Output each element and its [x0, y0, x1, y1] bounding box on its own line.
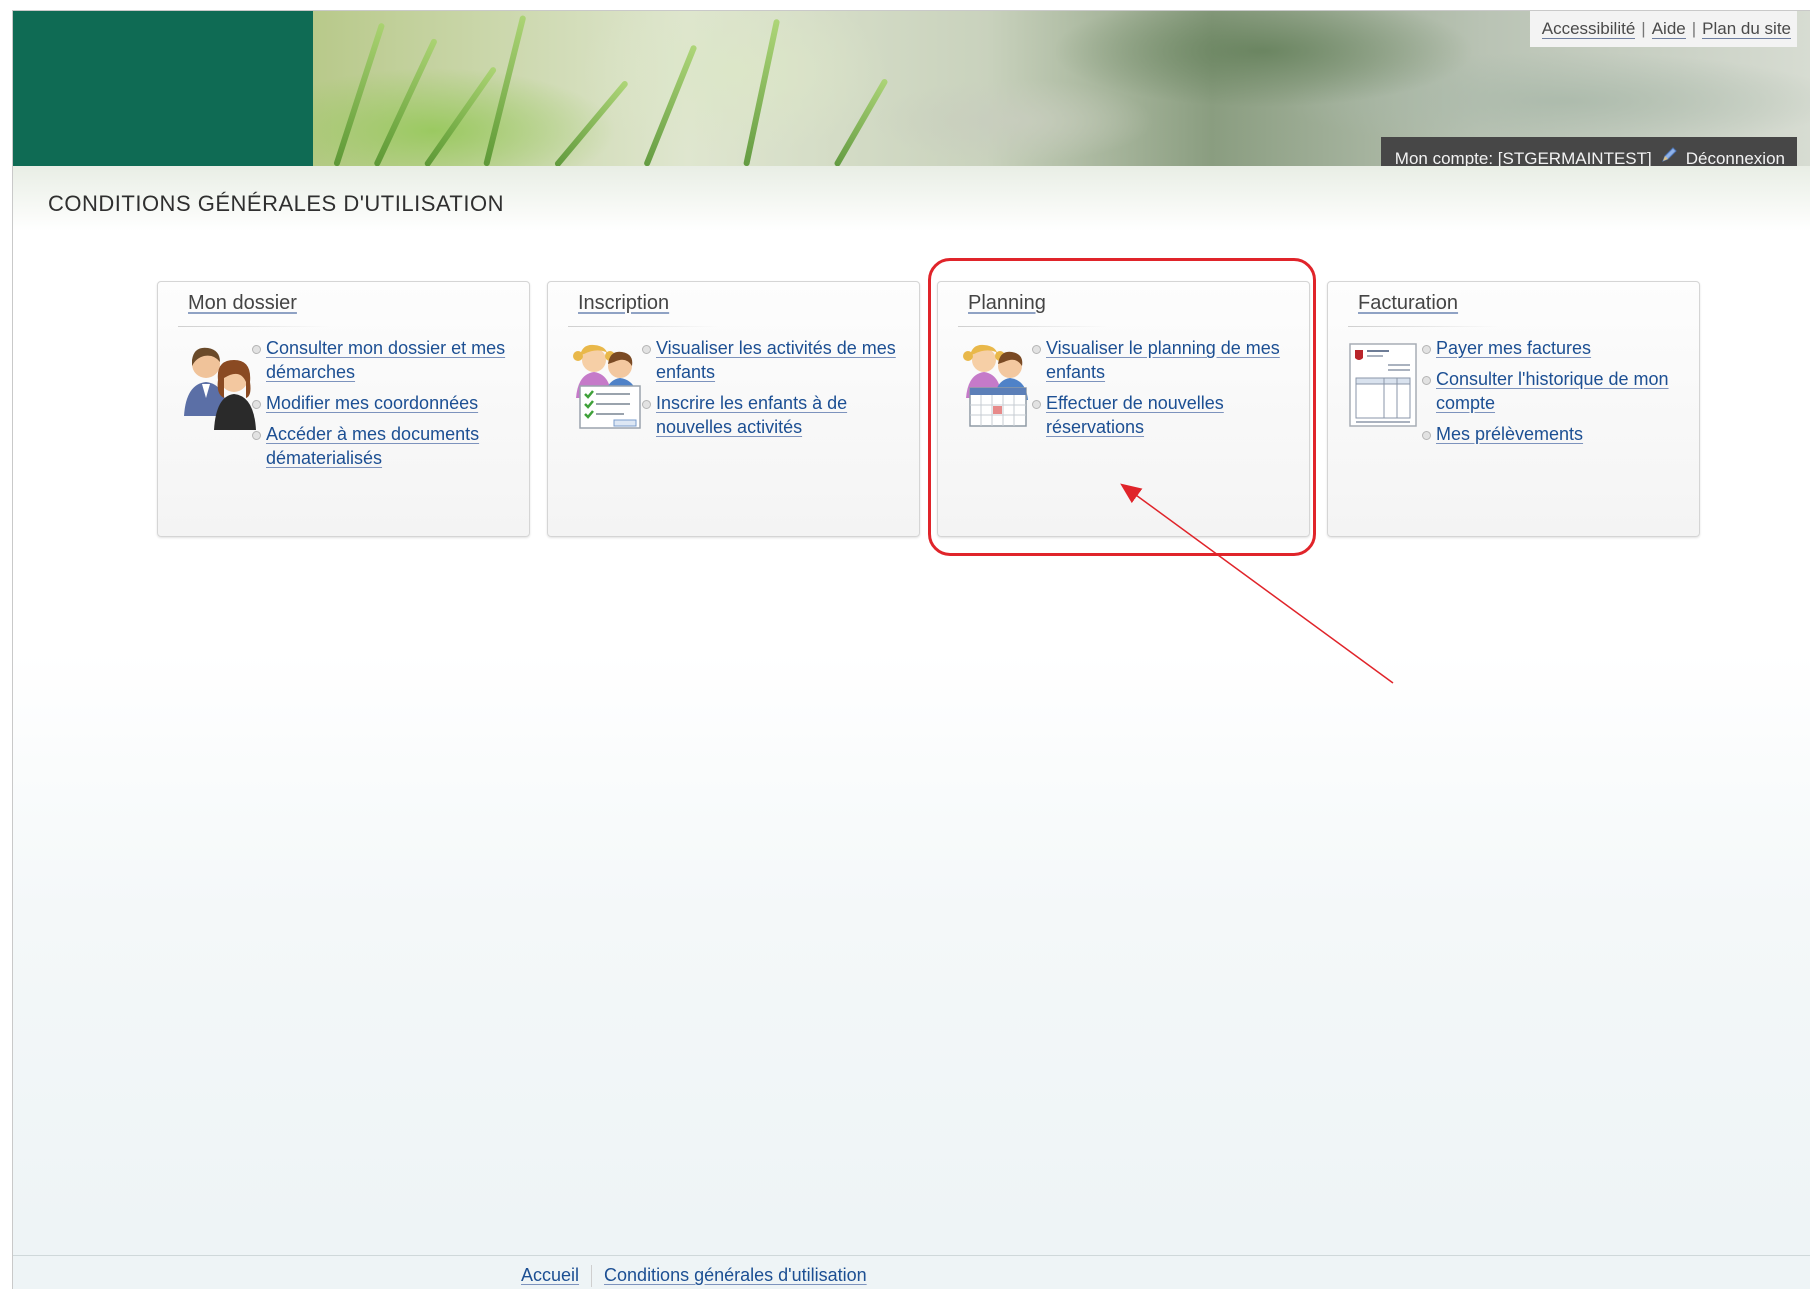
tile-links-facturation: Payer mes factures Consulter l'historiqu…	[1420, 336, 1690, 453]
tile-mon-dossier: Mon dossier Consulter mon dossier et mes…	[157, 281, 530, 537]
tile-links-mon-dossier: Consulter mon dossier et mes démarches M…	[250, 336, 520, 477]
tile-title-mon-dossier[interactable]: Mon dossier	[188, 292, 297, 315]
footer-terms-link[interactable]: Conditions générales d'utilisation	[604, 1265, 867, 1285]
header-banner: Accessibilité | Aide | Plan du site Mon comp…	[13, 11, 1810, 166]
link-payer-factures[interactable]: Payer mes factures	[1436, 338, 1591, 358]
link-prelevements[interactable]: Mes prélèvements	[1436, 424, 1583, 444]
accessibility-link[interactable]: Accessibilité	[1541, 19, 1636, 39]
tile-title-inscription[interactable]: Inscription	[578, 292, 669, 315]
tile-links-inscription: Visualiser les activités de mes enfants …	[640, 336, 910, 446]
help-link[interactable]: Aide	[1651, 19, 1686, 39]
list-item: Visualiser les activités de mes enfants	[640, 336, 910, 384]
page-frame: Accessibilité | Aide | Plan du site Mon comp…	[12, 10, 1810, 1289]
highlight-annotation-box	[928, 258, 1316, 556]
tile-title-facturation[interactable]: Facturation	[1358, 292, 1458, 315]
tile-inscription: Inscription Visualiser les activités de …	[547, 281, 920, 537]
parents-icon	[176, 338, 256, 430]
brand-block	[13, 11, 313, 166]
account-bar: Mon compte: [STGERMAINTEST] Déconnexion	[1380, 137, 1797, 166]
children-checklist-icon	[566, 338, 646, 429]
invoice-icon	[1346, 338, 1426, 428]
list-item: Consulter l'historique de mon compte	[1420, 367, 1690, 415]
pencil-icon[interactable]	[1660, 146, 1678, 166]
list-item: Accéder à mes documents dématerialisés	[250, 422, 520, 470]
list-item: Inscrire les enfants à de nouvelles acti…	[640, 391, 910, 439]
link-documents-dematerialises[interactable]: Accéder à mes documents dématerialisés	[266, 424, 479, 468]
link-visualiser-activites[interactable]: Visualiser les activités de mes enfants	[656, 338, 896, 382]
logout-link[interactable]: Déconnexion	[1686, 149, 1785, 166]
list-item: Payer mes factures	[1420, 336, 1690, 360]
footer-home-link[interactable]: Accueil	[521, 1265, 579, 1285]
page-title: CONDITIONS GÉNÉRALES D'UTILISATION	[48, 191, 504, 216]
link-modifier-coordonnees[interactable]: Modifier mes coordonnées	[266, 393, 478, 413]
link-inscrire-enfants[interactable]: Inscrire les enfants à de nouvelles acti…	[656, 393, 847, 437]
footer: Accueil Conditions générales d'utilisatio…	[521, 1265, 867, 1288]
tile-facturation: Facturation Payer mes factures Consulter…	[1327, 281, 1700, 537]
list-item: Consulter mon dossier et mes démarches	[250, 336, 520, 384]
account-link[interactable]: Mon compte: [STGERMAINTEST]	[1395, 149, 1652, 166]
footer-divider	[13, 1255, 1810, 1256]
list-item: Modifier mes coordonnées	[250, 391, 520, 415]
footer-separator	[591, 1265, 593, 1288]
link-historique-compte[interactable]: Consulter l'historique de mon compte	[1436, 369, 1669, 413]
sitemap-link[interactable]: Plan du site	[1702, 19, 1791, 39]
top-utility-links: Accessibilité | Aide | Plan du site	[1529, 11, 1797, 47]
link-consulter-dossier[interactable]: Consulter mon dossier et mes démarches	[266, 338, 505, 382]
list-item: Mes prélèvements	[1420, 422, 1690, 446]
